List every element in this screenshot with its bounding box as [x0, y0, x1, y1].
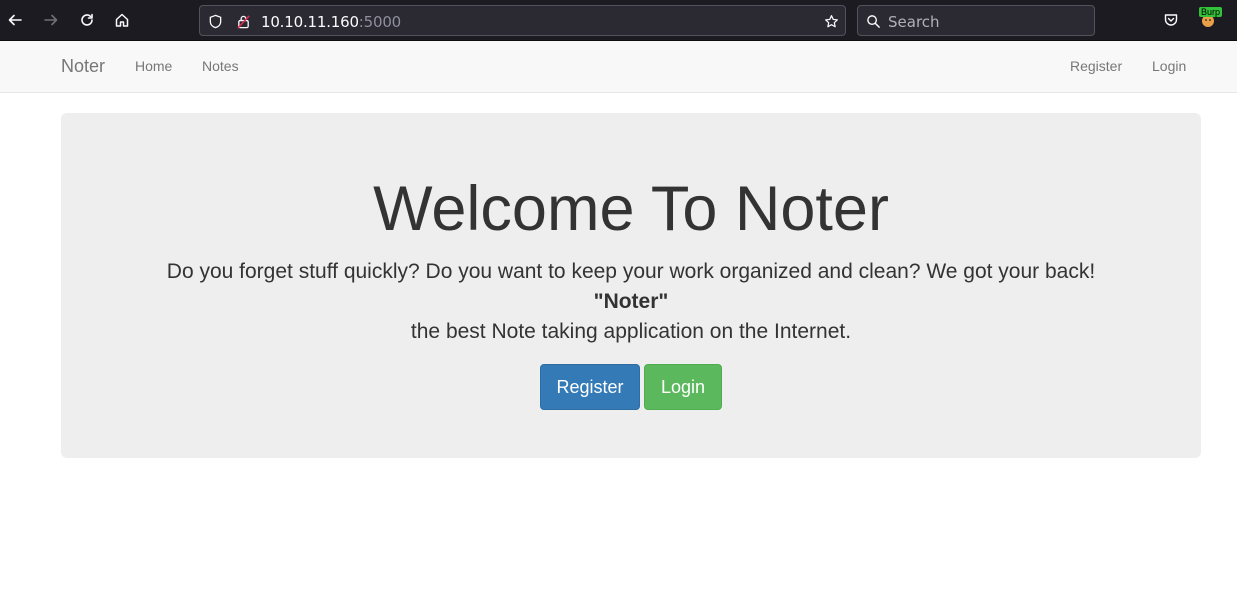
- search-bar[interactable]: Search: [857, 5, 1095, 36]
- bookmark-star-icon[interactable]: [822, 12, 840, 30]
- reload-icon: [81, 13, 93, 26]
- register-button[interactable]: Register: [540, 364, 640, 410]
- back-arrow-icon: [8, 14, 22, 26]
- burp-badge: Burp: [1199, 7, 1223, 17]
- hero-jumbotron: Welcome To Noter Do you forget stuff qui…: [61, 113, 1201, 458]
- home-button[interactable]: [110, 8, 134, 32]
- brand-link[interactable]: Noter: [61, 56, 105, 77]
- nav-link-register[interactable]: Register: [1070, 58, 1122, 74]
- url-bar[interactable]: 10.10.11.160:5000: [199, 5, 846, 36]
- hero-line-2: "Noter": [593, 290, 669, 313]
- pocket-button[interactable]: [1159, 8, 1183, 32]
- browser-toolbar: 10.10.11.160:5000 Search Burp: [0, 0, 1237, 41]
- hero-line-1: Do you forget stuff quickly? Do you want…: [166, 260, 1096, 283]
- forward-button[interactable]: [39, 8, 63, 32]
- reload-button[interactable]: [75, 8, 99, 32]
- url-port: :5000: [358, 13, 402, 31]
- back-button[interactable]: [3, 8, 27, 32]
- hero-description: Do you forget stuff quickly? Do you want…: [61, 257, 1201, 347]
- home-icon: [115, 13, 129, 27]
- insecure-lock-icon[interactable]: [234, 12, 252, 30]
- url-host: 10.10.11.160: [261, 13, 359, 31]
- nav-link-login[interactable]: Login: [1152, 58, 1186, 74]
- login-button[interactable]: Login: [644, 364, 722, 410]
- search-placeholder: Search: [888, 13, 940, 31]
- pocket-icon: [1164, 14, 1178, 26]
- hero-title: Welcome To Noter: [373, 174, 889, 244]
- hero-line-3: the best Note taking application on the …: [410, 320, 852, 343]
- nav-link-notes[interactable]: Notes: [202, 58, 239, 74]
- nav-link-home[interactable]: Home: [135, 58, 172, 74]
- forward-arrow-icon: [44, 14, 58, 26]
- site-navbar: Noter Home Notes Register Login: [0, 41, 1237, 93]
- shield-icon[interactable]: [206, 12, 224, 30]
- url-text[interactable]: 10.10.11.160:5000: [261, 13, 401, 31]
- search-icon: [864, 12, 882, 30]
